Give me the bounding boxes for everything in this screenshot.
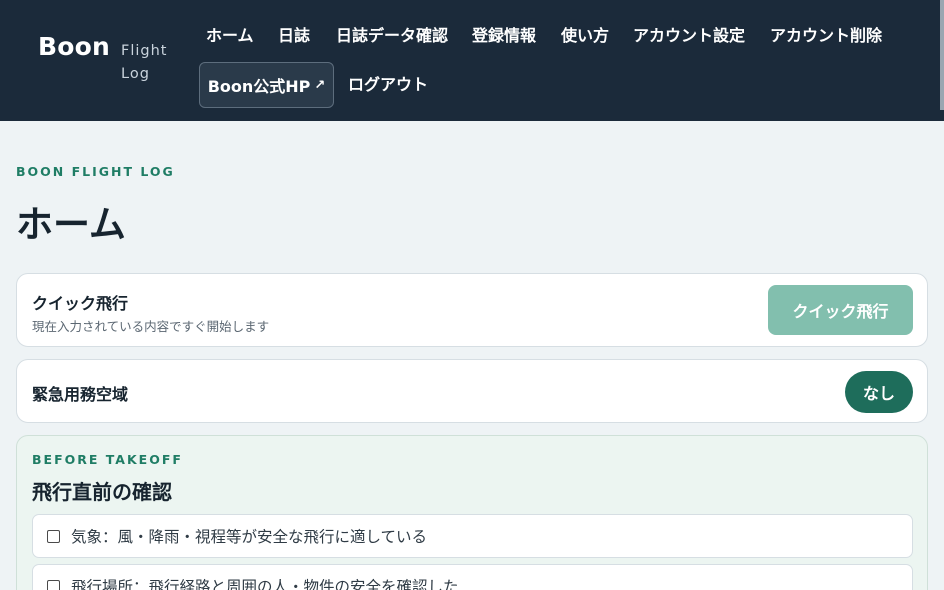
page-scrollbar[interactable] <box>940 0 944 110</box>
page-eyebrow: BOON FLIGHT LOG <box>16 164 175 179</box>
before-takeoff-eyebrow: BEFORE TAKEOFF <box>32 452 183 467</box>
page-title: ホーム <box>16 203 126 246</box>
checklist-item-weather[interactable]: 気象：風・降雨・視程等が安全な飛行に適している <box>32 514 913 558</box>
quick-flight-title: クイック飛行 <box>32 294 129 313</box>
quick-flight-description: 現在入力されている内容ですぐ開始します <box>32 319 270 334</box>
nav-account-delete[interactable]: アカウント削除 <box>770 26 882 46</box>
emergency-airspace-title: 緊急用務空域 <box>32 385 129 404</box>
checkbox[interactable] <box>47 579 60 590</box>
nav-logout[interactable]: ログアウト <box>348 75 428 95</box>
checklist-item-label: 気象：風・降雨・視程等が安全な飛行に適している <box>71 528 428 546</box>
official-hp-label: Boon公式HP <box>207 77 311 96</box>
checklist-item-label: 飛行場所：飛行経路と周囲の人・物件の安全を確認した <box>71 578 459 590</box>
emergency-airspace-card: 緊急用務空域 なし <box>16 359 928 423</box>
brand-sub-line-2: Log <box>121 66 150 82</box>
nav-account-settings[interactable]: アカウント設定 <box>633 26 745 46</box>
nav-home[interactable]: ホーム <box>206 26 254 46</box>
external-link-icon: ↗ <box>314 77 326 93</box>
before-takeoff-panel: BEFORE TAKEOFF 飛行直前の確認 気象：風・降雨・視程等が安全な飛行… <box>16 435 928 590</box>
quick-flight-card: クイック飛行 現在入力されている内容ですぐ開始します クイック飛行 <box>16 273 928 347</box>
brand-name: Boon <box>38 32 111 61</box>
before-takeoff-title: 飛行直前の確認 <box>32 480 172 504</box>
nav-journal-data[interactable]: 日誌データ確認 <box>336 26 448 46</box>
brand-subtitle: Flight Log <box>121 40 167 86</box>
quick-flight-button[interactable]: クイック飛行 <box>768 285 913 335</box>
top-header: Boon Flight Log ホーム 日誌 日誌データ確認 登録情報 使い方 … <box>0 0 944 121</box>
nav-registration[interactable]: 登録情報 <box>472 26 536 46</box>
official-hp-link[interactable]: Boon公式HP ↗ <box>199 62 334 108</box>
checkbox[interactable] <box>47 529 60 543</box>
nav-journal[interactable]: 日誌 <box>278 26 310 46</box>
checklist-item-location[interactable]: 飛行場所：飛行経路と周囲の人・物件の安全を確認した <box>32 564 913 590</box>
brand-logo[interactable]: Boon Flight Log <box>38 32 168 86</box>
emergency-airspace-status[interactable]: なし <box>845 371 913 413</box>
nav-usage[interactable]: 使い方 <box>561 26 609 46</box>
brand-sub-line-1: Flight <box>121 43 168 59</box>
